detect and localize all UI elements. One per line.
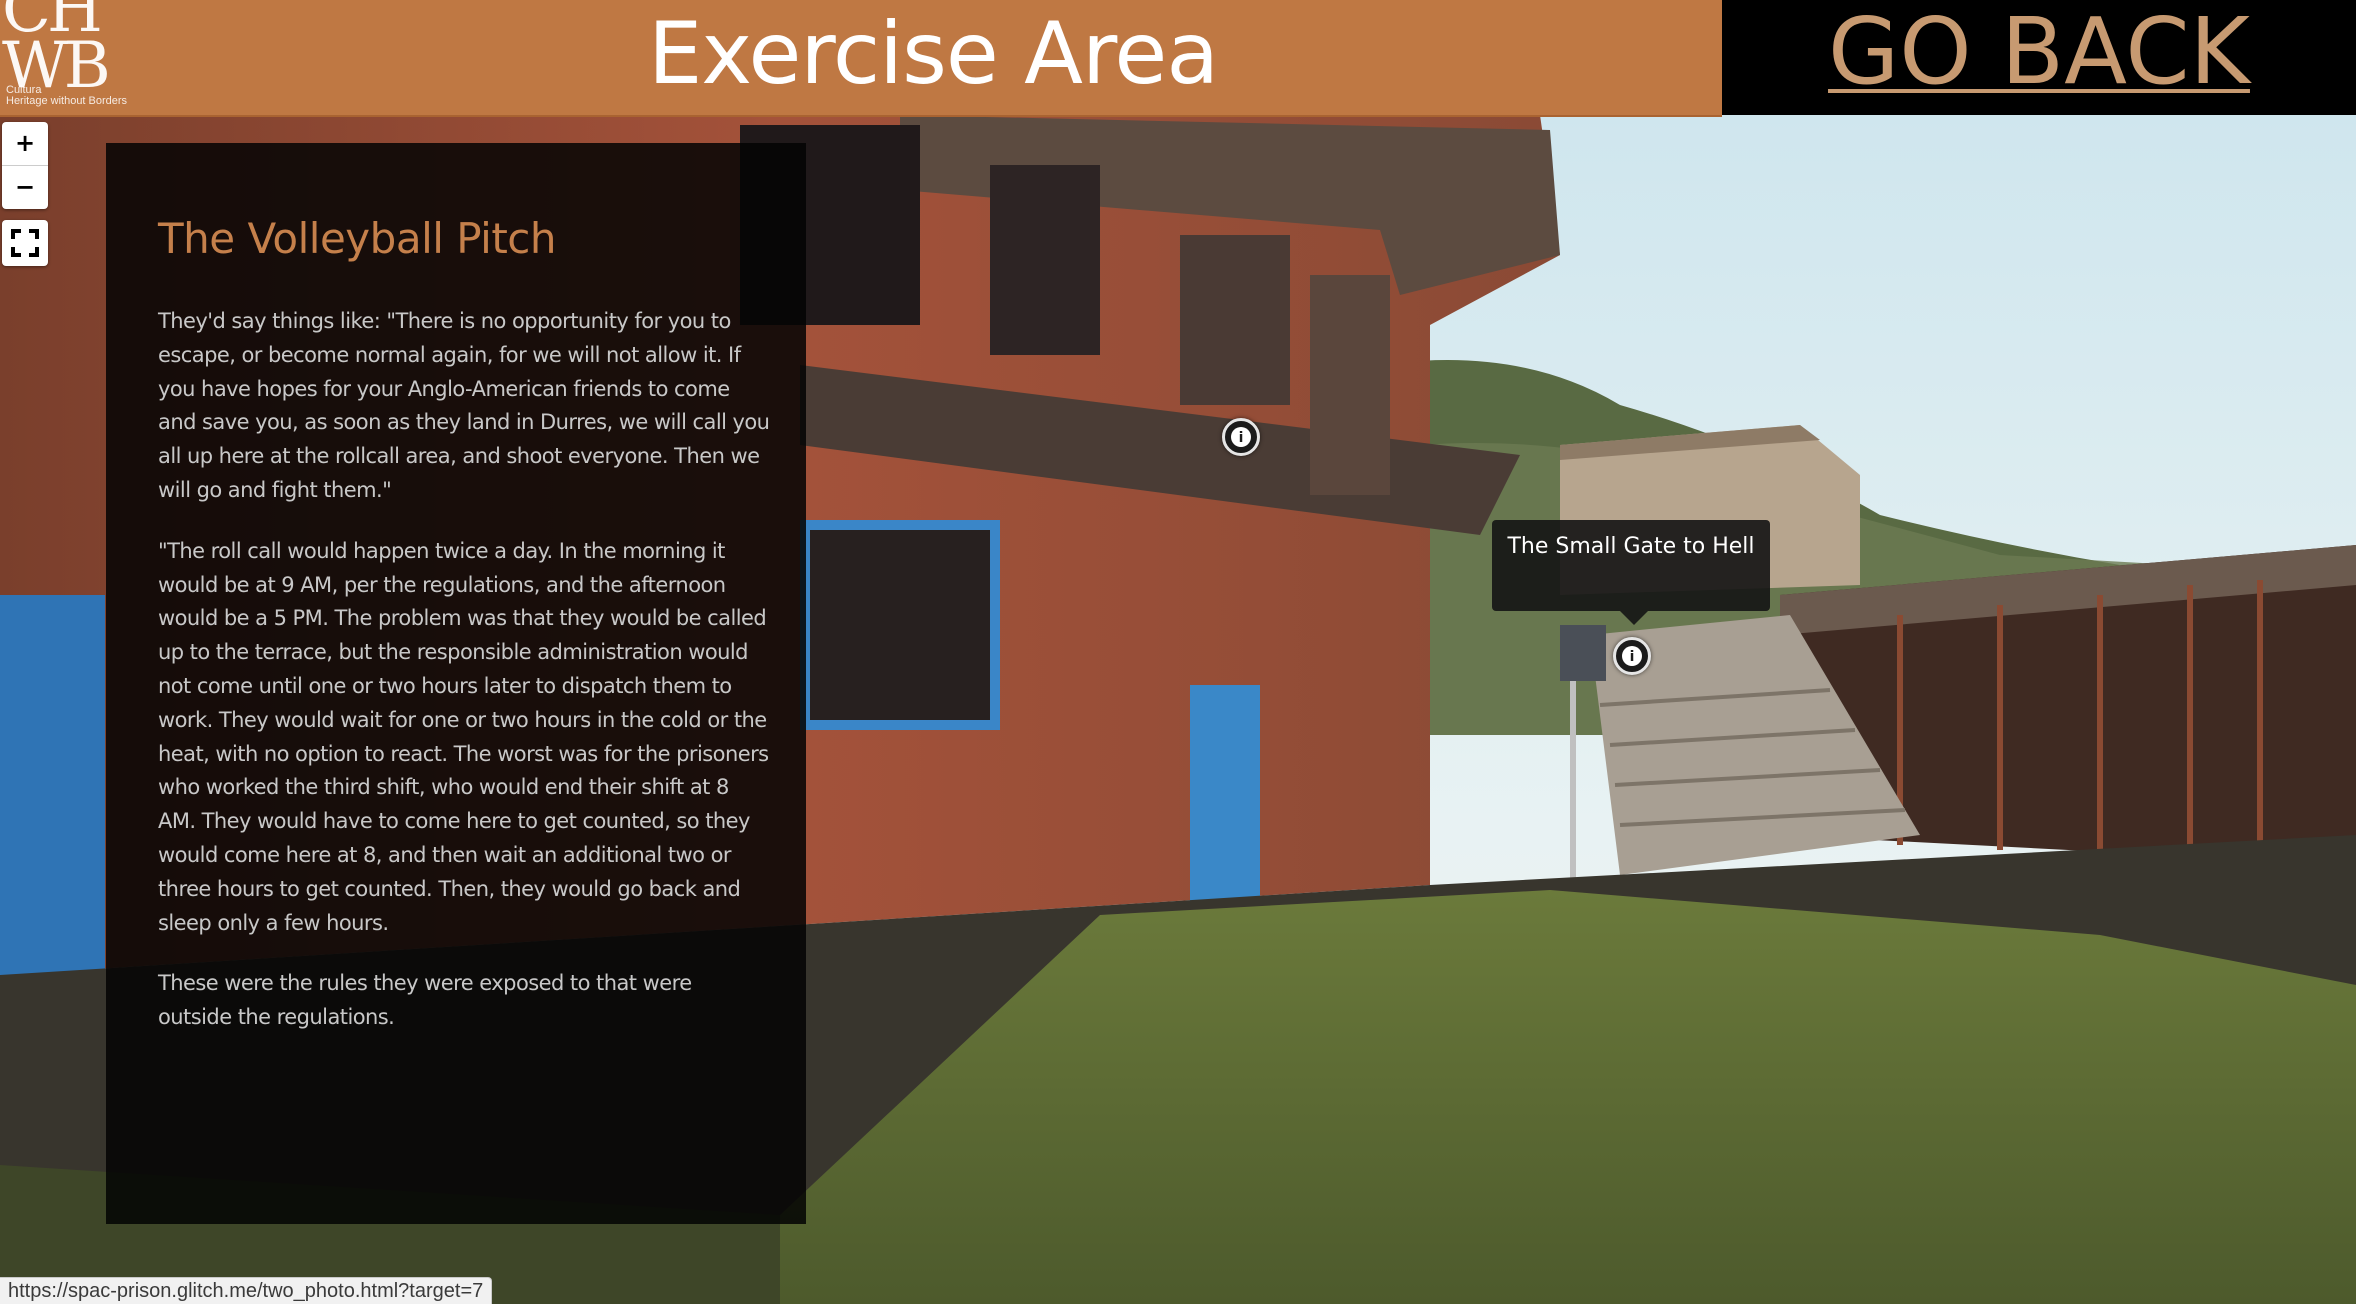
go-back-container: GO BACK xyxy=(1722,0,2356,115)
hotspot-tooltip: The Small Gate to Hell xyxy=(1492,520,1770,611)
fullscreen-button[interactable] xyxy=(2,220,48,266)
svg-text:i: i xyxy=(1239,430,1244,446)
go-back-link[interactable]: GO BACK xyxy=(1722,0,2356,115)
page-title: Exercise Area xyxy=(647,4,1219,104)
info-icon: i xyxy=(1622,646,1642,666)
info-hotspot[interactable]: i xyxy=(1222,418,1260,456)
status-bar-url: https://spac-prison.glitch.me/two_photo.… xyxy=(0,1277,493,1304)
chwb-logo: CH WB Cultura Heritage without Borders xyxy=(0,0,150,115)
tooltip-label: The Small Gate to Hell xyxy=(1507,534,1755,559)
logo-tagline: Cultura Heritage without Borders xyxy=(6,84,128,107)
zoom-in-button[interactable]: + xyxy=(2,122,48,166)
panel-paragraph: They'd say things like: "There is no opp… xyxy=(158,309,770,502)
info-icon: i xyxy=(1231,427,1251,447)
panel-heading: The Volleyball Pitch xyxy=(158,214,557,263)
logo-letters: CH WB xyxy=(2,0,111,103)
info-panel: The Volleyball Pitch They'd say things l… xyxy=(106,143,806,1224)
tour-page: Exercise Area GO BACK CH WB Cultura Heri… xyxy=(0,0,2356,1304)
fullscreen-icon xyxy=(11,229,39,257)
panel-body: They'd say things like: "There is no opp… xyxy=(158,305,770,1062)
svg-text:i: i xyxy=(1630,649,1635,665)
panel-paragraph: These were the rules they were exposed t… xyxy=(158,971,692,1030)
small-gate-hotspot[interactable]: i xyxy=(1613,637,1651,675)
panel-paragraph: "The roll call would happen twice a day.… xyxy=(158,538,769,935)
zoom-out-button[interactable]: − xyxy=(2,166,48,209)
tooltip-arrow xyxy=(1620,611,1648,625)
zoom-control: + − xyxy=(2,122,48,209)
